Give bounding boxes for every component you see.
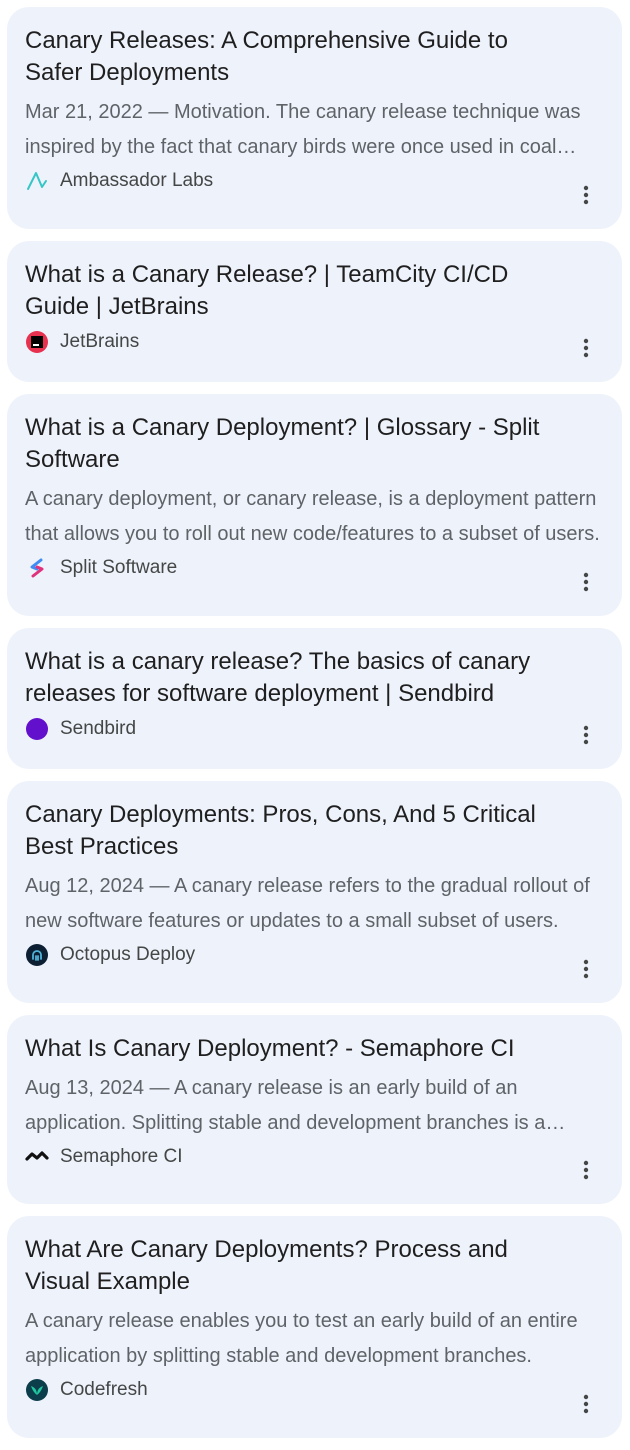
- result-source[interactable]: Split Software: [25, 556, 562, 580]
- result-title[interactable]: Canary Deployments: Pros, Cons, And 5 Cr…: [25, 799, 562, 863]
- octopus-logo-icon: [25, 943, 49, 967]
- result-snippet: A canary release enables you to test an …: [25, 1310, 578, 1367]
- result-card: What is a Canary Deployment? | Glossary …: [7, 394, 622, 616]
- result-title[interactable]: What Are Canary Deployments? Process and…: [25, 1234, 562, 1298]
- result-card: Canary Deployments: Pros, Cons, And 5 Cr…: [7, 781, 622, 1003]
- codefresh-logo-icon: [25, 1378, 49, 1402]
- source-name: Semaphore CI: [60, 1146, 183, 1167]
- more-options-icon[interactable]: [572, 955, 600, 983]
- result-source[interactable]: Octopus Deploy: [25, 943, 562, 967]
- result-title[interactable]: What is a canary release? The basics of …: [25, 646, 562, 710]
- result-source[interactable]: Ambassador Labs: [25, 169, 562, 193]
- result-snippet: Aug 13, 2024 — A canary release is an ea…: [25, 1077, 546, 1134]
- more-options-icon[interactable]: [572, 181, 600, 209]
- more-options-icon[interactable]: [572, 721, 600, 749]
- result-card: What is a canary release? The basics of …: [7, 628, 622, 769]
- result-source[interactable]: Sendbird: [25, 717, 562, 741]
- result-title[interactable]: What is a Canary Deployment? | Glossary …: [25, 412, 562, 476]
- result-snippet: A canary deployment, or canary release, …: [25, 488, 600, 545]
- result-card: Canary Releases: A Comprehensive Guide t…: [7, 7, 622, 229]
- semaphore-logo-icon: [25, 1145, 49, 1169]
- source-name: Octopus Deploy: [60, 944, 196, 965]
- result-snippet: Mar 21, 2022 — Motivation. The canary re…: [25, 101, 581, 158]
- search-results-list: Canary Releases: A Comprehensive Guide t…: [7, 7, 622, 1450]
- jetbrains-logo-icon: [25, 330, 49, 354]
- source-name: JetBrains: [60, 331, 140, 352]
- more-options-icon[interactable]: [572, 568, 600, 596]
- split-logo-icon: [25, 556, 49, 580]
- result-card: What Are Canary Deployments? Process and…: [7, 1216, 622, 1438]
- more-options-icon[interactable]: [572, 334, 600, 362]
- result-title[interactable]: Canary Releases: A Comprehensive Guide t…: [25, 25, 562, 89]
- result-card: What is a Canary Release? | TeamCity CI/…: [7, 241, 622, 382]
- source-name: Sendbird: [60, 718, 137, 739]
- result-source[interactable]: Semaphore CI: [25, 1145, 562, 1169]
- result-source[interactable]: Codefresh: [25, 1378, 562, 1402]
- source-name: Ambassador Labs: [60, 170, 214, 191]
- result-title[interactable]: What is a Canary Release? | TeamCity CI/…: [25, 259, 562, 323]
- result-snippet: Aug 12, 2024 — A canary release refers t…: [25, 875, 590, 932]
- more-options-icon[interactable]: [572, 1156, 600, 1184]
- result-card: What Is Canary Deployment? - Semaphore C…: [7, 1015, 622, 1204]
- sendbird-logo-icon: [25, 717, 49, 741]
- result-source[interactable]: JetBrains: [25, 330, 562, 354]
- more-options-icon[interactable]: [572, 1390, 600, 1418]
- ambassador-logo-icon: [25, 169, 49, 193]
- source-name: Split Software: [60, 557, 178, 578]
- source-name: Codefresh: [60, 1379, 148, 1400]
- result-title[interactable]: What Is Canary Deployment? - Semaphore C…: [25, 1033, 562, 1065]
